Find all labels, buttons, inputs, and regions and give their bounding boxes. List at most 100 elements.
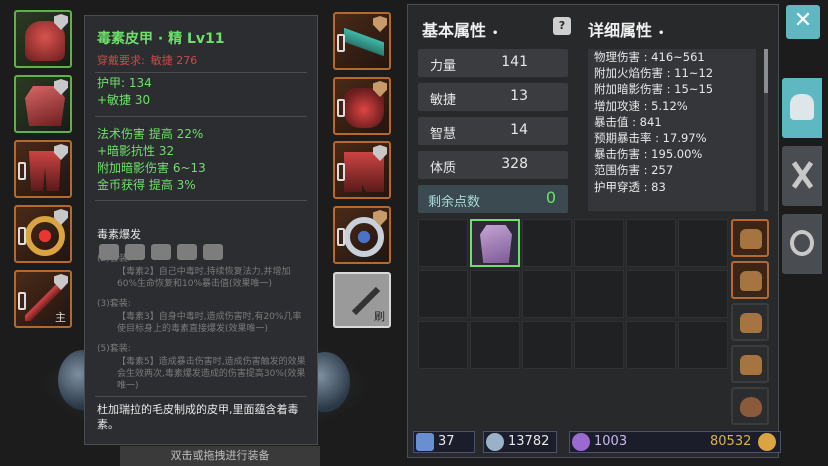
scrollbar-thumb[interactable]	[764, 49, 768, 93]
wheel-icon	[790, 230, 814, 256]
tab-talents[interactable]	[782, 214, 822, 274]
base-stat: 护甲: 134	[97, 76, 152, 90]
inventory-slot[interactable]	[522, 321, 572, 369]
set-bonus-text: 【毒素5】造成暴击伤害时,造成伤害触发的效果会生效两次,毒素爆发造成的伤害提高3…	[117, 357, 306, 391]
inventory-slot[interactable]	[574, 270, 624, 318]
inventory-slot[interactable]	[522, 270, 572, 318]
magic-stat: +暗影抗性 32	[97, 144, 175, 158]
detail-attrs-title: 详细属性	[588, 21, 653, 40]
detail-line: 增加攻速 : 5.12%	[594, 98, 688, 113]
attr-value: 141	[501, 54, 528, 70]
attr-agility: 敏捷 13	[418, 83, 568, 111]
requirement-label: 穿戴要求:	[97, 54, 145, 67]
detail-line: 范围伤害 : 257	[594, 163, 674, 178]
bag-button-4[interactable]	[731, 345, 769, 383]
equip-slot-chest[interactable]	[14, 75, 72, 133]
info-icon[interactable]: ?	[553, 17, 571, 35]
bag-button-2[interactable]	[731, 261, 769, 299]
item-requirement: 穿戴要求: 敏捷 276	[97, 52, 197, 68]
attr-constitution: 体质 328	[418, 151, 568, 179]
equip-slot-boots[interactable]	[333, 141, 391, 199]
lock-icon	[337, 99, 345, 117]
set-bonus-text: 【毒素3】自身中毒时,造成伤害时,有20%几率使目标身上的毒素直接爆发(效果唯一…	[117, 312, 302, 334]
inventory-slot[interactable]	[418, 321, 468, 369]
attr-wisdom: 智慧 14	[418, 117, 568, 145]
inventory-slot[interactable]	[678, 219, 728, 267]
lock-icon	[337, 34, 345, 52]
detail-line: 附加火焰伤害 : 11~12	[594, 66, 714, 81]
bag-button-1[interactable]	[731, 219, 769, 257]
equip-slot-amulet[interactable]	[333, 12, 391, 70]
basic-attrs-header[interactable]: 基本属性 •	[422, 17, 498, 41]
backpack-icon	[740, 229, 762, 249]
gems-value: 13782	[508, 434, 550, 449]
lock-icon	[337, 228, 345, 246]
equip-slot-ring[interactable]	[333, 206, 391, 264]
attr-value: 14	[510, 122, 528, 138]
equip-hint: 双击或拖拽进行装备	[120, 446, 320, 466]
detail-line: 暴击值 : 841	[594, 114, 662, 129]
inventory-slot[interactable]	[626, 219, 676, 267]
inventory-slot[interactable]	[574, 219, 624, 267]
equip-slot-weapon[interactable]: 主	[14, 270, 72, 328]
inventory-slot[interactable]	[678, 270, 728, 318]
base-stat: +敏捷 30	[97, 93, 151, 107]
inventory-slot-selected[interactable]	[470, 219, 520, 267]
gold-coin-icon	[758, 433, 776, 451]
inventory-slot[interactable]	[418, 219, 468, 267]
inventory-slot[interactable]	[470, 321, 520, 369]
tab-skills[interactable]	[782, 146, 822, 206]
equip-slot-bracelet[interactable]	[14, 205, 72, 263]
detail-scrollbar[interactable]	[764, 49, 768, 211]
inventory-slot[interactable]	[522, 219, 572, 267]
bag-button-3[interactable]	[731, 303, 769, 341]
backpack-icon	[740, 271, 762, 291]
equip-slot-legs[interactable]	[14, 140, 72, 198]
equip-slot-helmet[interactable]	[14, 10, 72, 68]
attr-label: 智慧	[430, 127, 457, 142]
set-bonus-title: (3)套装:	[97, 299, 131, 309]
item-description: 杜加瑞拉的毛皮制成的皮甲,里面蕴含着毒素。	[97, 403, 299, 431]
attr-label: 力量	[430, 59, 457, 74]
detail-attrs-header[interactable]: 详细属性 •	[588, 17, 664, 41]
close-button[interactable]: ✕	[786, 5, 820, 39]
detail-line: 预期暴击率 : 17.97%	[594, 131, 707, 146]
forge-button[interactable]: 刷	[333, 272, 391, 328]
crossed-swords-icon	[790, 162, 814, 188]
detail-line: 附加暗影伤害 : 15~15	[594, 82, 714, 97]
attr-label: 敏捷	[430, 93, 457, 108]
inventory-slot[interactable]	[626, 321, 676, 369]
main-hand-tag: 主	[55, 311, 66, 324]
detail-line: 暴击伤害 : 195.00%	[594, 147, 703, 162]
divider	[95, 200, 307, 201]
crystal-icon	[572, 433, 590, 451]
remaining-points: 剩余点数 0	[418, 185, 568, 213]
inventory-slot[interactable]	[418, 270, 468, 318]
inventory-slot[interactable]	[574, 321, 624, 369]
dropdown-dot-icon: •	[492, 28, 499, 39]
item-title: 毒素皮甲 · 精 Lv11	[97, 31, 225, 47]
attr-value: 328	[501, 156, 528, 172]
magic-stat: 附加暗影伤害 6~13	[97, 161, 206, 175]
points-label: 剩余点数	[428, 195, 481, 210]
inventory-slot[interactable]	[470, 270, 520, 318]
detail-attrs-list[interactable]: 物理伤害 : 416~561 附加火焰伤害 : 11~12 附加暗影伤害 : 1…	[588, 49, 756, 211]
magic-stat: 金币获得 提高 3%	[97, 178, 196, 192]
basic-attrs-title: 基本属性	[422, 21, 487, 40]
set-bonus-title: (5)套装:	[97, 344, 131, 354]
level-value: 37	[438, 434, 455, 449]
bag-button-5[interactable]	[731, 387, 769, 425]
currency-bar: 37 13782 1003 80532	[413, 429, 781, 455]
detail-line: 护甲穿透 : 83	[594, 179, 666, 194]
helmet-tab-icon	[790, 94, 814, 120]
lock-icon	[337, 163, 345, 181]
lock-icon	[18, 292, 26, 310]
inventory-slot[interactable]	[678, 321, 728, 369]
lock-icon	[18, 227, 26, 245]
inventory-slot[interactable]	[626, 270, 676, 318]
pouch-icon	[740, 313, 762, 333]
magic-stat: 法术伤害 提高 22%	[97, 127, 204, 141]
tab-equipment[interactable]	[782, 78, 822, 138]
set-bonus-text: 【毒素2】自己中毒时,持续恢复法力,并增加60%生命恢复和10%暴击值(效果唯一…	[117, 267, 291, 289]
equip-slot-gloves[interactable]	[333, 77, 391, 135]
